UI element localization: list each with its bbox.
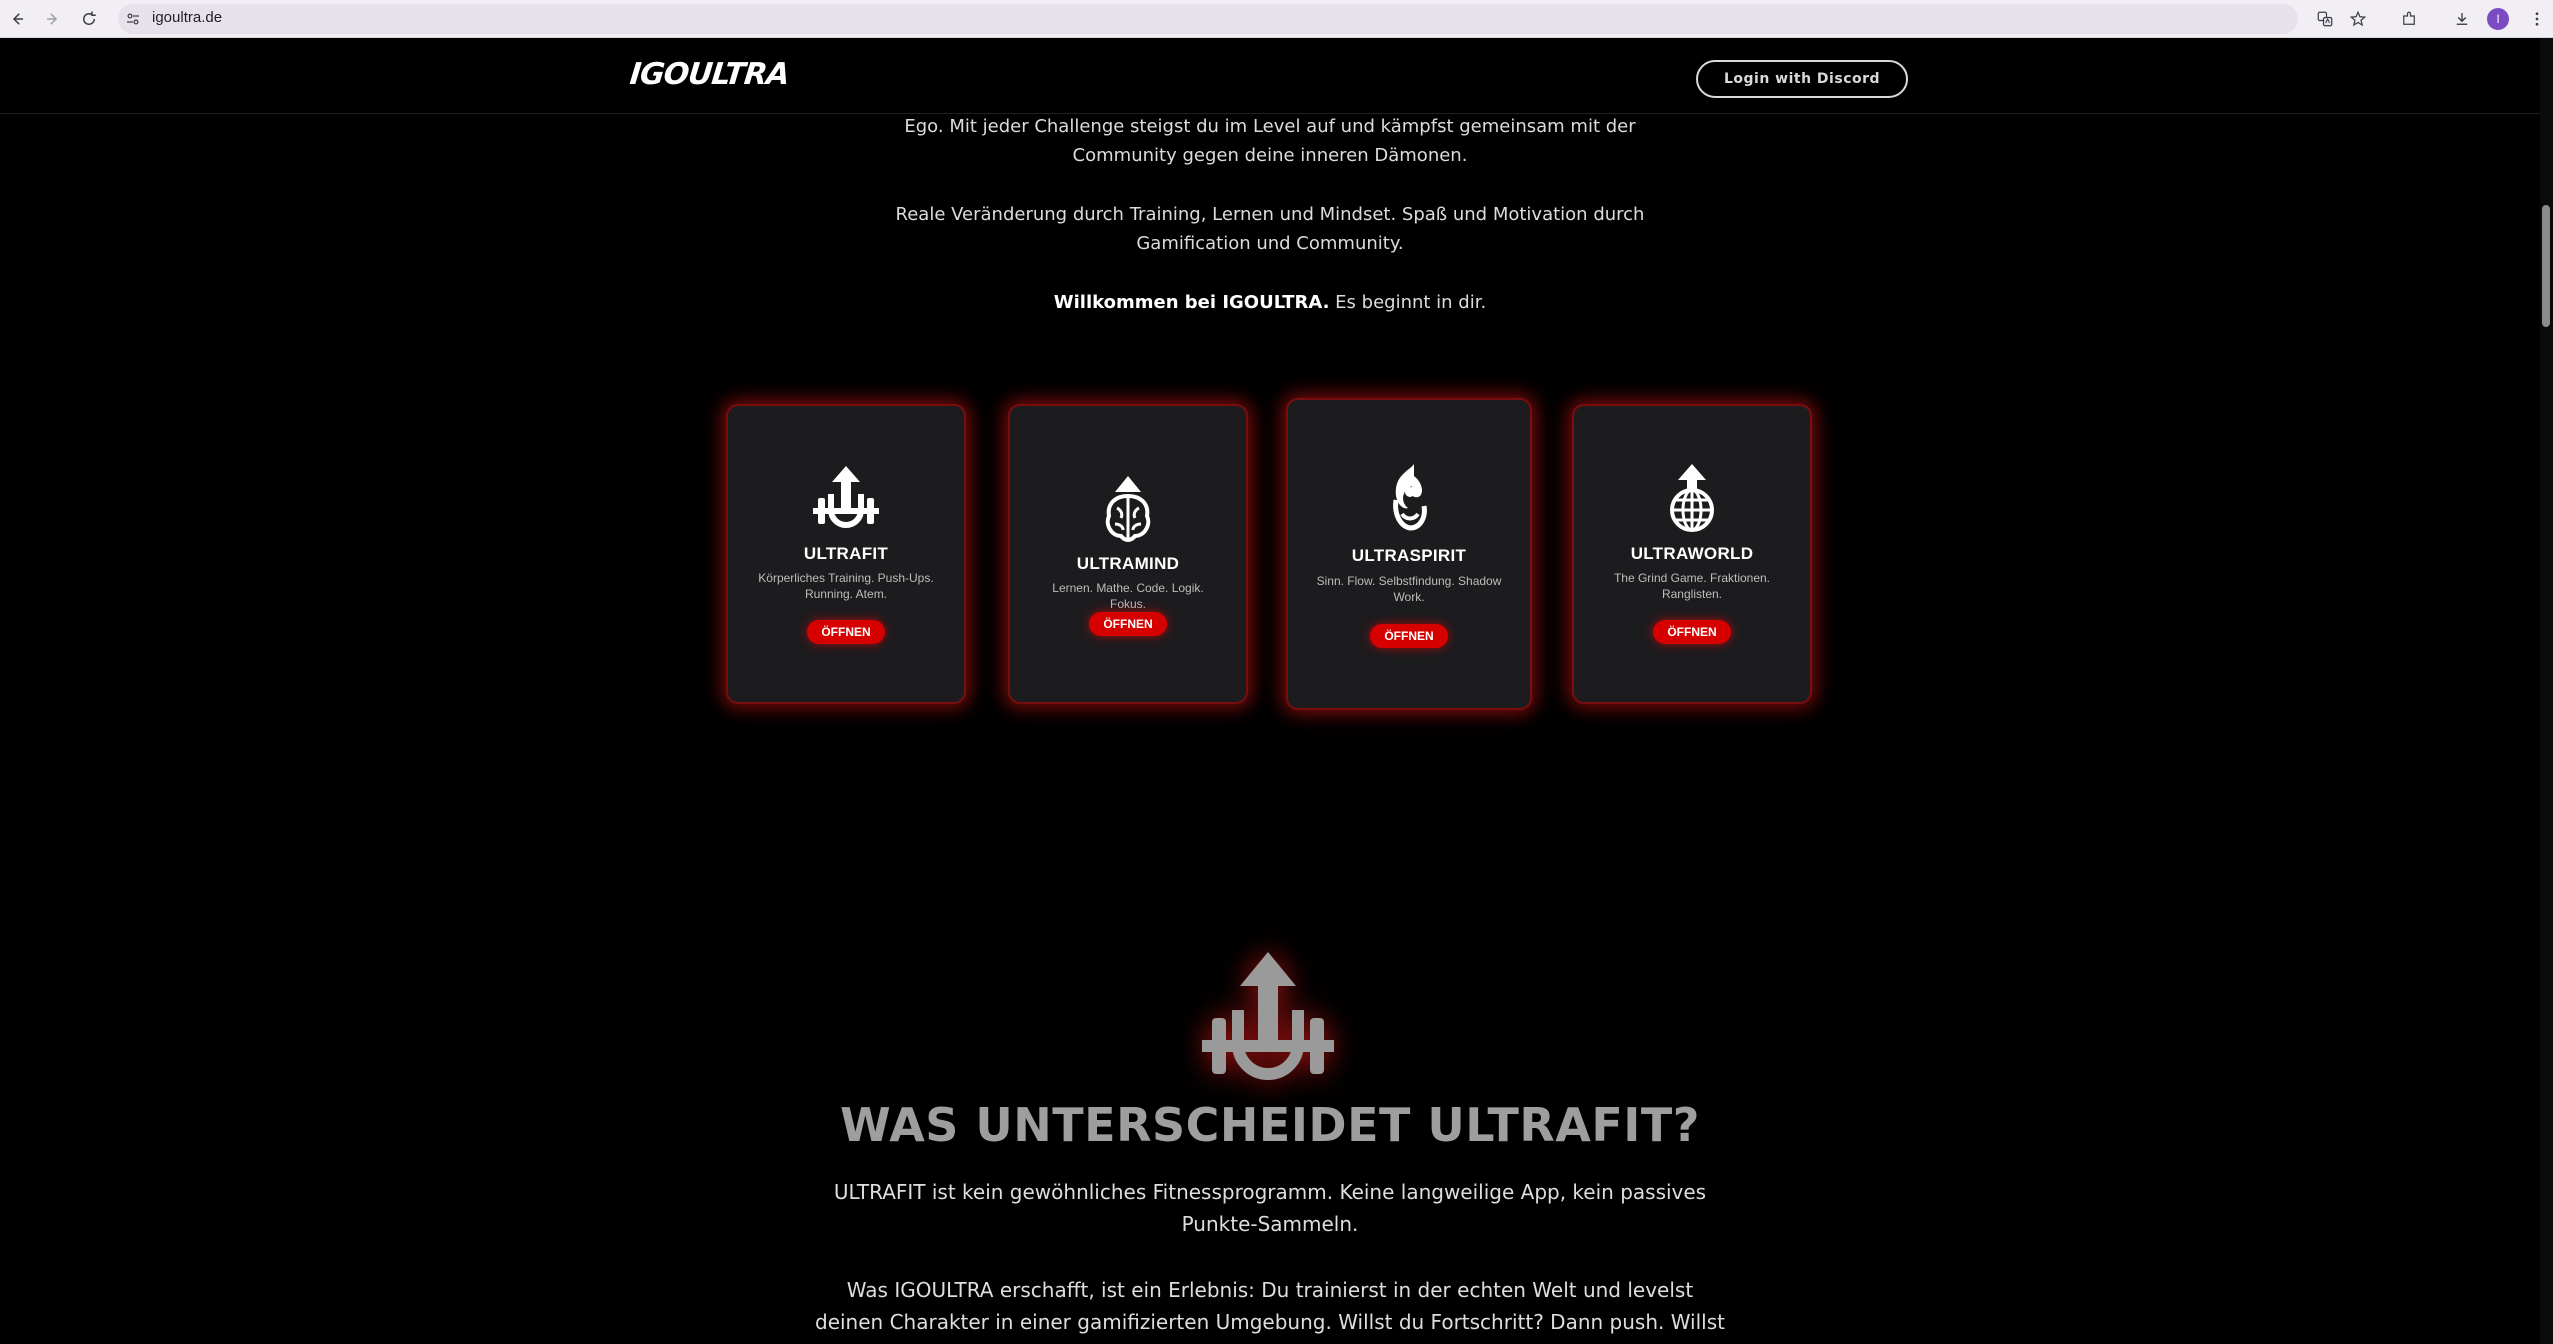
card-title: ULTRAWORLD — [1630, 544, 1754, 563]
login-discord-button[interactable]: Login with Discord — [1696, 60, 1908, 98]
open-ultraworld-button[interactable]: ÖFFNEN — [1653, 620, 1731, 644]
bookmark-star-icon[interactable] — [2345, 6, 2371, 32]
section-paragraph-1: ULTRAFIT ist kein gewöhnliches Fitnesspr… — [833, 1180, 1707, 1236]
welcome-line: Willkommen bei IGOULTRA. Es beginnt in d… — [870, 288, 1670, 317]
welcome-rest: Es beginnt in dir. — [1329, 292, 1487, 313]
intro-paragraph-1: Ego. Mit jeder Challenge steigst du im L… — [904, 116, 1636, 166]
address-bar[interactable] — [118, 4, 2298, 34]
menu-kebab-icon[interactable] — [2527, 6, 2547, 32]
extensions-icon[interactable] — [2396, 6, 2422, 32]
forward-icon[interactable] — [40, 6, 66, 32]
download-icon[interactable] — [2449, 6, 2475, 32]
site-logo[interactable]: IGOULTRA — [628, 57, 790, 92]
card-ultraspirit[interactable]: ULTRASPIRIT Sinn. Flow. Selbstfindung. S… — [1286, 398, 1532, 710]
card-ultrafit[interactable]: ULTRAFIT Körperliches Training. Push-Ups… — [726, 404, 966, 704]
browser-toolbar: igoultra.de I — [0, 0, 2553, 38]
ultrafit-barbell-icon — [1202, 952, 1334, 1080]
profile-avatar[interactable]: I — [2487, 8, 2509, 30]
section-title: WAS UNTERSCHEIDET ULTRAFIT? — [840, 1098, 1700, 1152]
spirit-flame-icon — [1393, 464, 1427, 531]
welcome-bold: Willkommen bei IGOULTRA. — [1053, 292, 1330, 313]
open-ultraspirit-button[interactable]: ÖFFNEN — [1370, 624, 1448, 648]
card-description: The Grind Game. Fraktionen. Ranglisten. — [1613, 571, 1771, 601]
translate-icon[interactable] — [2312, 6, 2338, 32]
url-text[interactable]: igoultra.de — [152, 9, 222, 26]
card-ultraworld[interactable]: ULTRAWORLD The Grind Game. Fraktionen. R… — [1572, 404, 1812, 704]
intro-paragraph-2: Reale Veränderung durch Training, Lernen… — [895, 204, 1645, 254]
card-title: ULTRASPIRIT — [1351, 546, 1467, 565]
card-title: ULTRAMIND — [1076, 554, 1180, 573]
scrollbar-thumb[interactable] — [2542, 205, 2550, 327]
brain-arrow-icon — [1105, 476, 1151, 543]
site-info-icon[interactable] — [120, 6, 146, 32]
card-title: ULTRAFIT — [803, 544, 889, 563]
card-description: Sinn. Flow. Selbstfindung. Shadow Work. — [1316, 574, 1502, 604]
card-ultramind[interactable]: ULTRAMIND Lernen. Mathe. Code. Logik. Fo… — [1008, 404, 1248, 704]
open-ultrafit-button[interactable]: ÖFFNEN — [807, 620, 885, 644]
globe-arrow-icon — [1670, 464, 1714, 532]
card-description: Körperliches Training. Push-Ups. Running… — [758, 571, 934, 601]
reload-icon[interactable] — [76, 6, 102, 32]
back-icon[interactable] — [4, 6, 30, 32]
section-paragraph-2: Was IGOULTRA erschafft, ist ein Erlebnis… — [815, 1278, 1725, 1344]
site-header: IGOULTRA Login with Discord — [0, 38, 2540, 114]
card-description: Lernen. Mathe. Code. Logik. Fokus. — [1052, 581, 1204, 611]
open-ultramind-button[interactable]: ÖFFNEN — [1089, 612, 1167, 636]
barbell-arrow-icon — [813, 466, 879, 528]
